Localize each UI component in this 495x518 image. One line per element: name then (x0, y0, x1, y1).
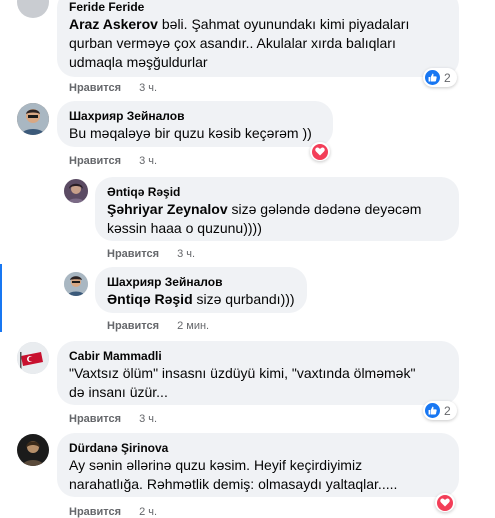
reaction-summary[interactable]: 2 (423, 68, 457, 87)
comment-actions: Нравится 3 ч. (107, 248, 195, 260)
comment-text-line: "Vaxtsız ölüm" insasnı üzdüyü kimi, "vax… (69, 365, 416, 381)
comment-text: Ay sənin əllərinə quzu kəsim. Heyif keçi… (69, 456, 447, 494)
comment-text: Əntiqə Rəşid sizə qurbandı))) (107, 290, 295, 309)
love-reaction-icon (312, 143, 328, 160)
comment-text-line: bəli. Şahmat oyunundakı kimi piyadaları (157, 16, 410, 32)
avatar-image (17, 103, 49, 135)
comment-actions: Нравится 2 мин. (107, 320, 209, 332)
comment-text-line: sizə qurbandı))) (192, 291, 295, 307)
comment-author[interactable]: Dürdanə Şirinova (69, 440, 447, 456)
comment-bubble: Cabir Mammadli "Vaxtsız ölüm" insasnı üz… (57, 341, 459, 405)
avatar-image (17, 342, 49, 374)
mention-link[interactable]: Əntiqə Rəşid (107, 291, 193, 307)
comment-text: Bu məqaləyə bir quzu kəsib keçərəm )) (69, 125, 312, 141)
comment-text-line: udmaqla məşğuldurlar (69, 54, 208, 70)
mention-link[interactable]: Araz Askerov (69, 16, 158, 32)
reaction-summary[interactable] (310, 142, 330, 161)
love-reaction-icon (437, 494, 453, 511)
comment-author[interactable]: Feride Feride (69, 0, 447, 15)
avatar-image (17, 434, 49, 466)
comment-author[interactable]: Шахрияр Зейналов (107, 274, 295, 290)
comment-actions: Нравится 3 ч. (69, 155, 157, 167)
comment-actions: Нравится 2 ч. (69, 506, 157, 518)
avatar-image (64, 272, 88, 296)
like-button[interactable]: Нравится (69, 506, 121, 518)
like-button[interactable]: Нравится (107, 320, 159, 332)
comment-bubble: Əntiqə Rəşid Şəhriyar Zeynalov sizə gələ… (95, 177, 459, 241)
like-reaction-icon (425, 70, 440, 85)
avatar[interactable] (64, 179, 88, 203)
comment-text: Araz Askerov bəli. Şahmat oyunundakı kim… (69, 15, 447, 72)
avatar-image (64, 179, 88, 203)
comment-text-line: də insanı üzür... (69, 384, 168, 400)
reply-thread-indicator (0, 264, 2, 332)
comment-time[interactable]: 2 мин. (177, 320, 209, 332)
like-button[interactable]: Нравится (69, 413, 121, 425)
comment-text-line: sizə gələndə dədənə deyəcəm (227, 201, 422, 217)
comment-bubble: Шахрияр Зейналов Əntiqə Rəşid sizə qurba… (95, 267, 307, 313)
comment-text: "Vaxtsız ölüm" insasnı üzdüyü kimi, "vax… (69, 364, 447, 402)
avatar[interactable] (17, 434, 49, 466)
comment-time[interactable]: 2 ч. (139, 506, 157, 518)
reaction-count: 2 (444, 70, 451, 85)
comment-bubble: Dürdanə Şirinova Ay sənin əllərinə quzu … (57, 433, 459, 497)
avatar[interactable] (17, 342, 49, 374)
comment-time[interactable]: 3 ч. (139, 82, 157, 94)
comment-text-line: qurban verməyə çox asandır.. Akulalar xı… (69, 35, 396, 51)
reaction-summary[interactable] (435, 493, 455, 512)
comment-author[interactable]: Cabir Mammadli (69, 348, 447, 364)
avatar[interactable] (17, 0, 49, 18)
comment-text-line: kəssin haaa o quzunu)))) (107, 220, 262, 236)
comment-time[interactable]: 3 ч. (139, 155, 157, 167)
reaction-count: 2 (444, 403, 451, 418)
comment-time[interactable]: 3 ч. (139, 413, 157, 425)
comment-time[interactable]: 3 ч. (177, 248, 195, 260)
comment-author[interactable]: Шахрияр Зейналов (69, 108, 321, 124)
reaction-summary[interactable]: 2 (423, 401, 457, 420)
comment-bubble: Шахрияр Зейналов Bu məqaləyə bir quzu kə… (57, 101, 333, 147)
comment-text: Şəhriyar Zeynalov sizə gələndə dədənə de… (107, 200, 447, 238)
comment-actions: Нравится 3 ч. (69, 82, 157, 94)
avatar[interactable] (64, 272, 88, 296)
like-reaction-icon (425, 403, 440, 418)
comment-text-line: Ay sənin əllərinə quzu kəsim. Heyif keçi… (69, 457, 363, 473)
like-button[interactable]: Нравится (69, 82, 121, 94)
comment-author[interactable]: Əntiqə Rəşid (107, 184, 447, 200)
avatar[interactable] (17, 103, 49, 135)
like-button[interactable]: Нравится (69, 155, 121, 167)
comment-bubble: Feride Feride Araz Askerov bəli. Şahmat … (57, 0, 459, 77)
comment-actions: Нравится 3 ч. (69, 413, 157, 425)
like-button[interactable]: Нравится (107, 248, 159, 260)
mention-link[interactable]: Şəhriyar Zeynalov (107, 201, 228, 217)
comment-text-line: narahatlığa. Rəhmətlik demiş: olmasaydı … (69, 476, 398, 492)
